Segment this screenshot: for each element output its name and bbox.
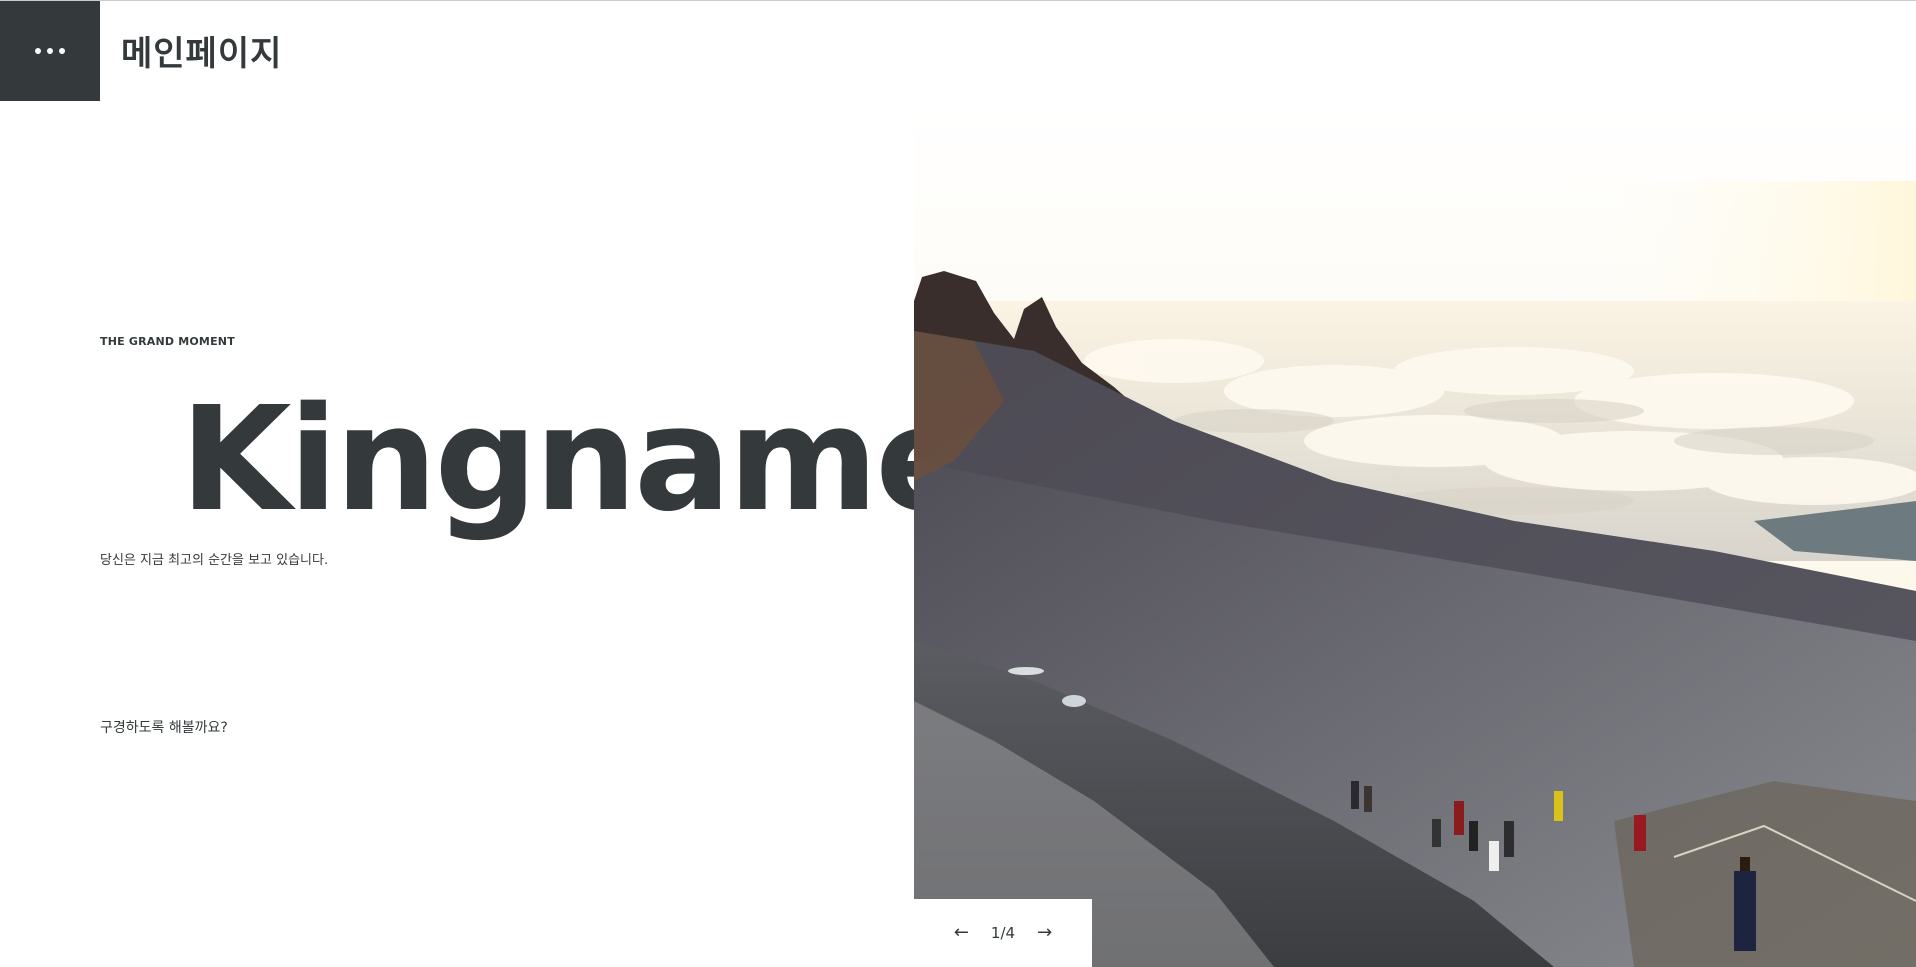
slide-navigation: ← 1/4 →: [914, 899, 1092, 967]
arrow-left-icon[interactable]: ←: [954, 924, 969, 942]
page-title: 메인페이지: [121, 34, 283, 74]
arrow-right-icon[interactable]: →: [1037, 924, 1052, 942]
hero-subtitle: 당신은 지금 최고의 순간을 보고 있습니다.: [100, 553, 329, 568]
slide-counter: 1/4: [990, 924, 1016, 942]
hero-title: Kingname: [180, 375, 973, 543]
hero-image-mountain: [914, 101, 1916, 967]
ellipsis-icon: [35, 48, 65, 54]
main-page: 메인페이지 THE GRAND MOMENT Kingname 당신은 지금 최…: [0, 0, 1916, 967]
explore-link[interactable]: 구경하도록 해볼까요?: [100, 717, 228, 737]
hero-eyebrow: THE GRAND MOMENT: [100, 335, 235, 348]
top-border: [0, 0, 1916, 1]
menu-button[interactable]: [0, 1, 100, 101]
